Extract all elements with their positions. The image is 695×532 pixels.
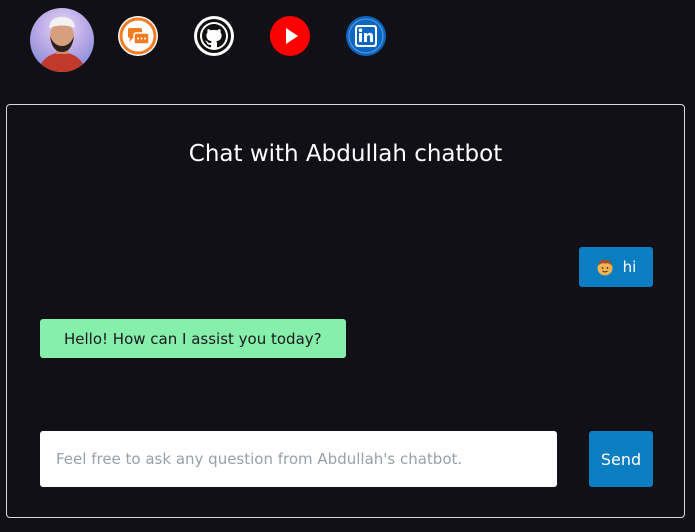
linkedin-icon (346, 16, 386, 56)
bot-message: Hello! How can I assist you today? (40, 319, 346, 358)
github-link[interactable] (194, 16, 234, 56)
chat-link[interactable] (118, 16, 158, 56)
chat-title: Chat with Abdullah chatbot (188, 141, 503, 167)
user-message-text: hi (622, 258, 637, 276)
youtube-icon (270, 16, 310, 56)
top-bar (0, 0, 695, 100)
chat-bubbles-icon (119, 17, 157, 55)
avatar[interactable] (30, 8, 94, 72)
youtube-link[interactable] (270, 16, 310, 56)
boy-emoji-icon (597, 259, 613, 276)
send-button[interactable]: Send (589, 431, 653, 487)
user-message: hi (579, 247, 653, 287)
github-icon (197, 19, 231, 53)
bot-message-text: Hello! How can I assist you today? (64, 329, 322, 348)
chat-panel: Chat with Abdullah chatbot hi Hello! How… (6, 104, 685, 518)
linkedin-link[interactable] (346, 16, 386, 56)
chat-input[interactable] (40, 431, 557, 487)
